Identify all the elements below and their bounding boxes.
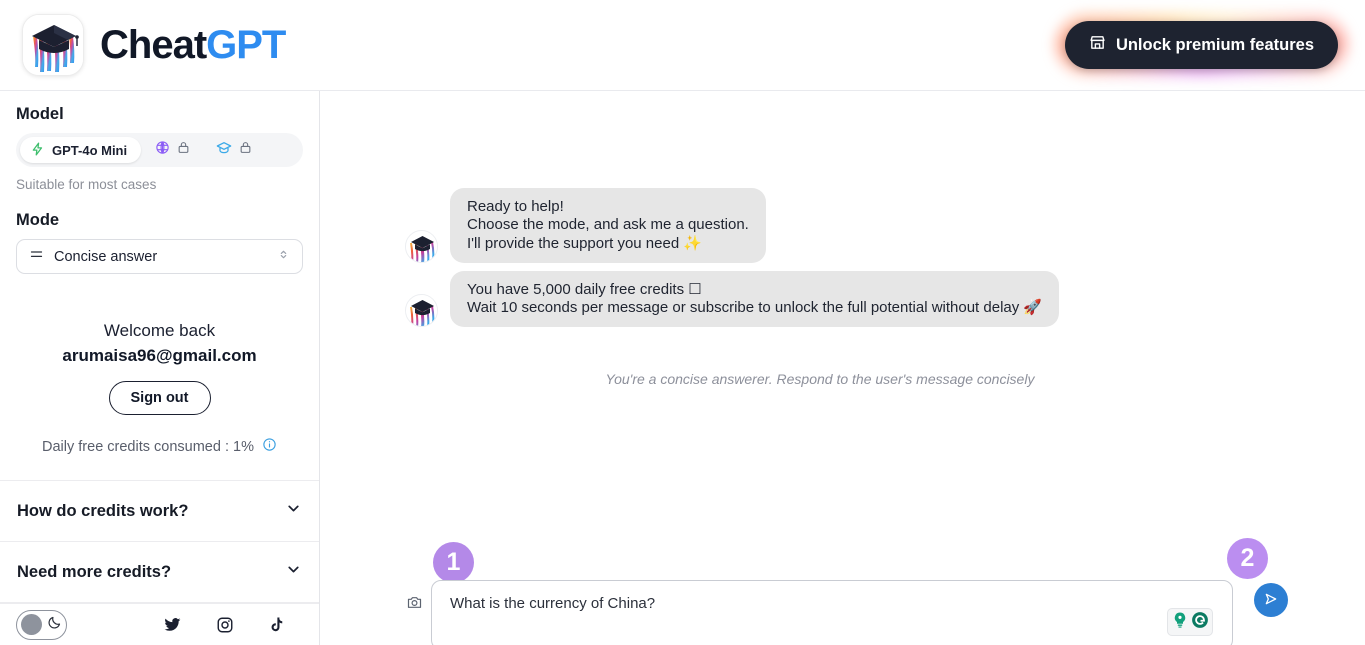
moon-icon [47, 615, 62, 635]
mode-section-label: Mode [16, 211, 60, 229]
chevron-updown-icon [277, 248, 290, 265]
grammarly-g-icon [1191, 611, 1209, 633]
composer-input-area: 1 2 What is the currency of China? [431, 536, 1288, 645]
daily-credits-row: Daily free credits consumed : 1% [16, 437, 303, 456]
send-message-button[interactable] [1254, 583, 1288, 617]
camera-icon[interactable] [406, 594, 423, 615]
unlock-premium-label: Unlock premium features [1115, 35, 1314, 54]
graduation-cap-icon [216, 140, 232, 161]
accordion-title: How do credits work? [17, 501, 189, 520]
accordion-title: Need more credits? [17, 562, 172, 581]
message-input-value: What is the currency of China? [450, 595, 656, 612]
mode-select-value: Concise answer [54, 248, 158, 265]
unlock-premium-button[interactable]: Unlock premium features [1064, 21, 1338, 69]
chat-line: I'll provide the support you need ✨ [467, 234, 703, 252]
sidebar-footer [0, 603, 338, 645]
sign-out-button[interactable]: Sign out [108, 381, 211, 415]
send-paper-plane-icon [1263, 591, 1279, 610]
message-composer: 1 2 What is the currency of China? [320, 536, 1365, 645]
chat-bubble: Ready to help! Choose the mode, and ask … [450, 188, 766, 263]
chevron-down-icon [285, 561, 302, 583]
app-header: CheatGPT Unlock premium features [0, 0, 1365, 91]
welcome-title: Welcome back [103, 321, 216, 340]
model-option-gpt4o-mini[interactable]: GPT-4o Mini [20, 137, 142, 163]
brand-name-part1: Cheat [100, 23, 207, 67]
chat-messages: Ready to help! Choose the mode, and ask … [320, 91, 1365, 387]
cheatgpt-avatar [405, 294, 438, 328]
system-prompt-note: You're a concise answerer. Respond to th… [605, 371, 1035, 388]
lock-icon [177, 141, 190, 159]
twitter-icon[interactable] [163, 615, 182, 634]
instagram-icon[interactable] [216, 616, 234, 634]
cheatgpt-avatar [405, 229, 438, 263]
brand-logo[interactable]: CheatGPT [22, 14, 286, 76]
chat-message: You have 5,000 daily free credits ☐ Wait… [320, 270, 1365, 328]
graduation-cap-paint-logo [22, 14, 84, 76]
sidebar: Model GPT-4o Mini Suitable for most case… [0, 91, 338, 645]
dark-mode-toggle[interactable] [16, 609, 67, 640]
app-root: CheatGPT Unlock premium features Model G… [0, 0, 1365, 645]
model-option-locked-brain[interactable] [143, 140, 190, 160]
app-body: Model GPT-4o Mini Suitable for most case… [0, 91, 1365, 645]
info-icon[interactable] [262, 437, 277, 456]
brain-icon [155, 140, 170, 160]
grammarly-widget[interactable] [1167, 608, 1213, 636]
chat-line: You have 5,000 daily free credits ☐ [467, 280, 702, 298]
account-email: arumaisa96@gmail.com [62, 346, 257, 365]
message-input[interactable]: What is the currency of China? [431, 580, 1233, 645]
toggle-knob [21, 614, 42, 635]
chat-bubble: You have 5,000 daily free credits ☐ Wait… [450, 270, 1060, 328]
model-hint: Suitable for most cases [16, 177, 157, 192]
tiktok-icon[interactable] [268, 616, 286, 634]
model-option-locked-scholar[interactable] [192, 140, 252, 161]
mode-select[interactable]: Concise answer [16, 239, 303, 274]
accordion-how-credits-work[interactable]: How do credits work? [0, 481, 319, 542]
annotation-badge-2: 2 [1227, 538, 1268, 579]
brand-name: CheatGPT [100, 23, 286, 67]
unlock-premium-wrap: Unlock premium features [1054, 13, 1348, 77]
brand-name-part2: GPT [206, 23, 286, 67]
chat-main: Ready to help! Choose the mode, and ask … [320, 91, 1365, 645]
model-section-label: Model [16, 105, 64, 123]
lightbulb-icon [1171, 611, 1189, 633]
lightning-bolt-icon [31, 142, 45, 159]
chevron-down-icon [285, 500, 302, 522]
model-option-label: GPT-4o Mini [52, 142, 128, 158]
accordion-need-more-credits[interactable]: Need more credits? [0, 542, 319, 603]
sidebar-top: Model GPT-4o Mini Suitable for most case… [0, 91, 319, 456]
social-links [163, 615, 339, 634]
lock-icon [239, 141, 252, 159]
sliders-icon [29, 247, 44, 266]
chat-line: Choose the mode, and ask me a question. [467, 216, 749, 234]
daily-credits-text: Daily free credits consumed : 1% [42, 438, 254, 455]
account-section: Welcome back arumaisa96@gmail.com Sign o… [16, 321, 303, 415]
model-selector[interactable]: GPT-4o Mini [16, 133, 303, 167]
store-icon [1089, 34, 1106, 56]
chat-line: Ready to help! [467, 198, 564, 215]
chat-message: Ready to help! Choose the mode, and ask … [320, 188, 1365, 263]
faq-accordions: How do credits work? Need more credits? [0, 480, 319, 603]
annotation-badge-1: 1 [433, 542, 474, 583]
chat-line: Wait 10 seconds per message or subscribe… [467, 299, 1043, 317]
